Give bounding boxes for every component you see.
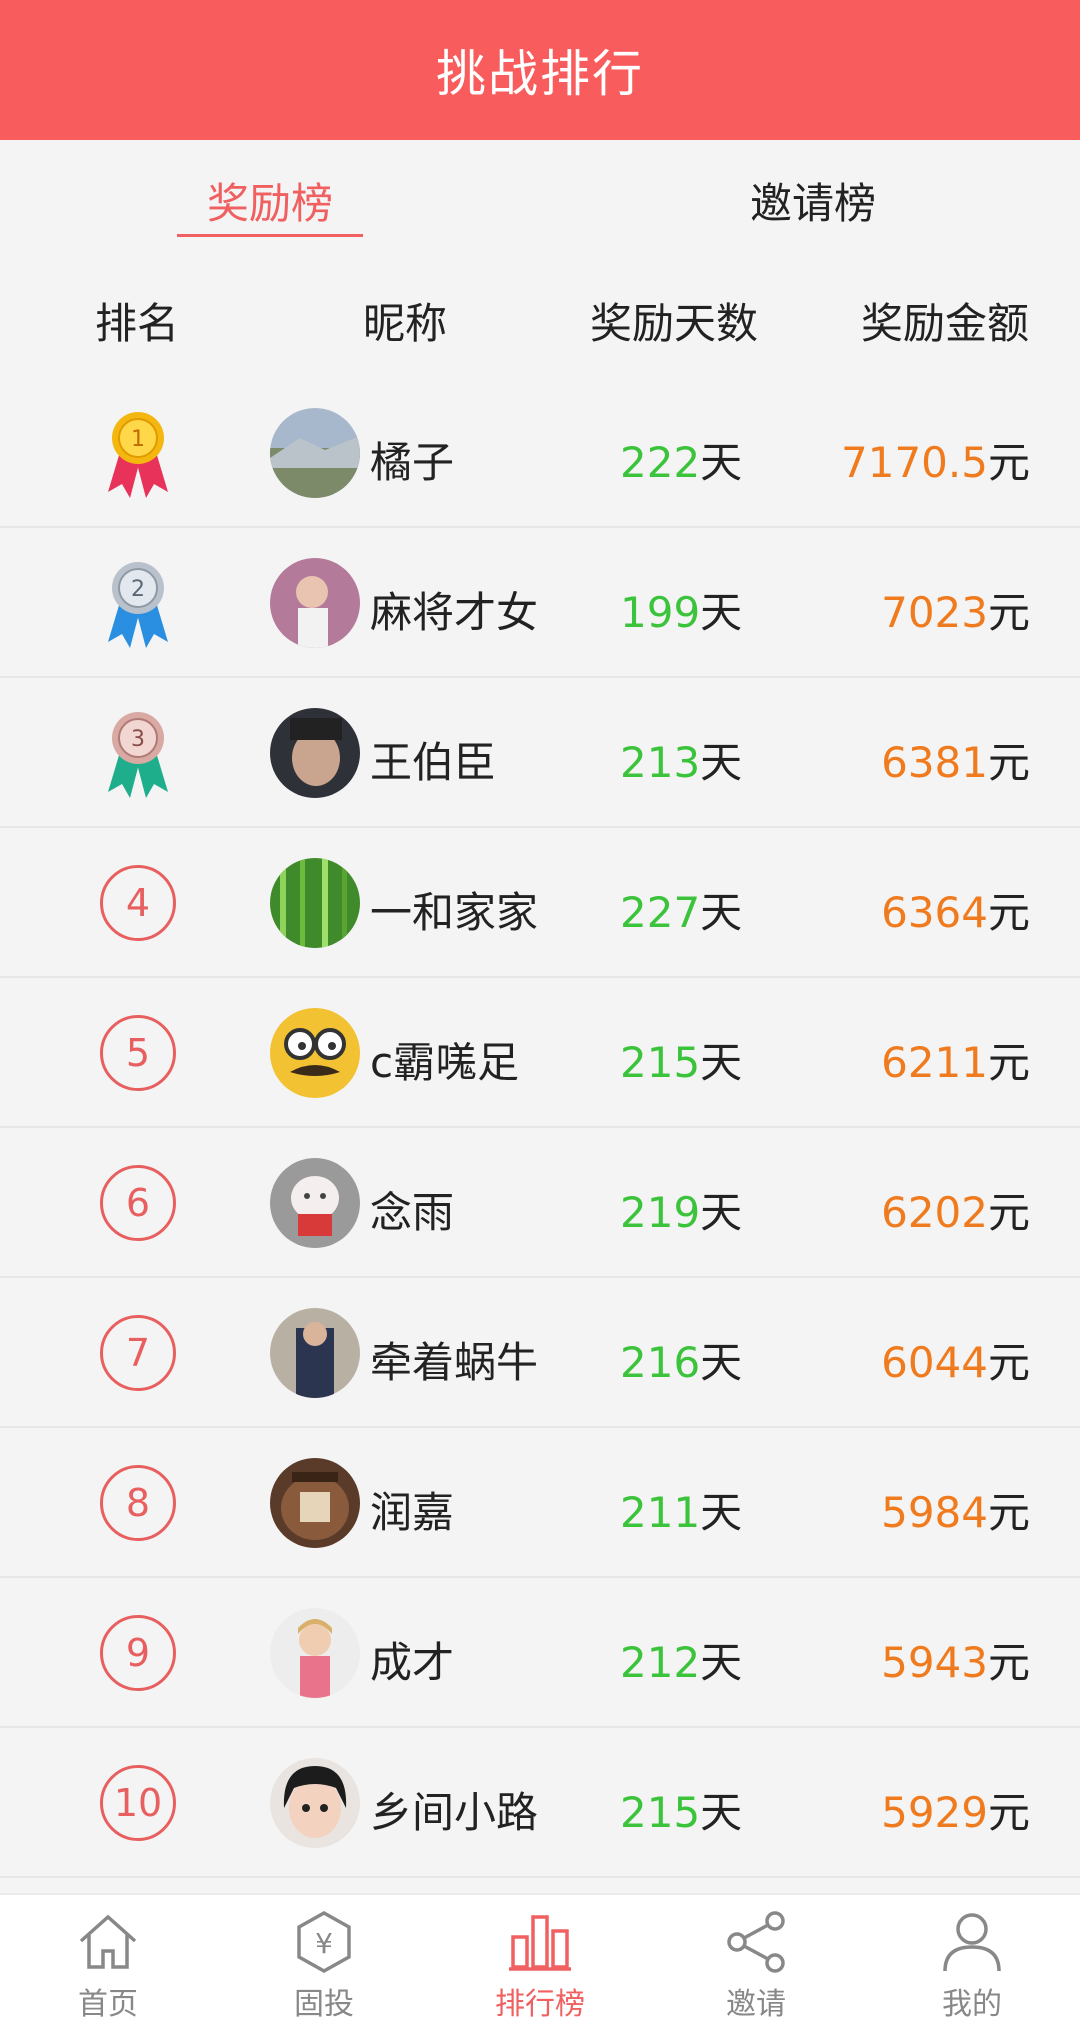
nickname: 王伯臣 bbox=[370, 738, 497, 787]
reward-days: 222天 bbox=[620, 438, 743, 487]
reward-amount: 7023元 bbox=[881, 588, 1030, 637]
nickname: c霸嗴足 bbox=[370, 1038, 520, 1087]
avatar bbox=[270, 858, 360, 948]
leaderboard-list: 1 橘子 222天 7170.5元 2 麻将才女 199天 7023元 3 王伯… bbox=[0, 378, 1080, 1878]
app-header: 挑战排行 bbox=[0, 0, 1080, 140]
reward-days: 211天 bbox=[620, 1488, 743, 1537]
nickname: 麻将才女 bbox=[370, 588, 539, 637]
reward-amount: 6044元 bbox=[881, 1338, 1030, 1387]
reward-amount: 5943元 bbox=[881, 1638, 1030, 1687]
reward-amount: 6202元 bbox=[881, 1188, 1030, 1237]
gold-medal-icon: 1 bbox=[108, 412, 168, 498]
column-header-rank: 排名 bbox=[95, 299, 180, 348]
column-header-amount: 奖励金额 bbox=[861, 299, 1030, 348]
active-tab-indicator bbox=[177, 234, 363, 237]
avatar bbox=[270, 1158, 360, 1248]
rank-badge: 9 bbox=[100, 1615, 176, 1691]
avatar bbox=[270, 1008, 360, 1098]
user-icon bbox=[943, 1913, 1001, 1972]
avatar bbox=[270, 1608, 360, 1698]
reward-amount: 7170.5元 bbox=[841, 438, 1030, 487]
svg-text:2: 2 bbox=[131, 577, 145, 602]
rank-badge: 5 bbox=[100, 1015, 176, 1091]
nickname: 乡间小路 bbox=[370, 1788, 539, 1837]
avatar bbox=[270, 708, 360, 798]
nickname: 牵着蜗牛 bbox=[370, 1338, 539, 1387]
svg-text:1: 1 bbox=[131, 427, 145, 452]
nav-leaderboard[interactable]: 排行榜 bbox=[432, 1895, 648, 2021]
nickname: 润嘉 bbox=[370, 1488, 455, 1537]
leaderboard-row[interactable]: 3 王伯臣 213天 6381元 bbox=[0, 678, 1080, 828]
rank-badge: 6 bbox=[100, 1165, 176, 1241]
avatar bbox=[270, 1758, 360, 1848]
reward-amount: 6211元 bbox=[881, 1038, 1030, 1087]
nav-fixed-invest[interactable]: ¥ 固投 bbox=[216, 1895, 432, 2021]
column-header-days: 奖励天数 bbox=[590, 299, 759, 348]
tab-bar: 奖励榜 邀请榜 bbox=[0, 140, 1080, 240]
nav-home[interactable]: 首页 bbox=[0, 1895, 216, 2021]
leaderboard-row[interactable]: 1 橘子 222天 7170.5元 bbox=[0, 378, 1080, 528]
reward-days: 216天 bbox=[620, 1338, 743, 1387]
reward-amount: 5929元 bbox=[881, 1788, 1030, 1837]
leaderboard-row[interactable]: 4 一和家家 227天 6364元 bbox=[0, 828, 1080, 978]
reward-days: 212天 bbox=[620, 1638, 743, 1687]
leaderboard-row[interactable]: 2 麻将才女 199天 7023元 bbox=[0, 528, 1080, 678]
nickname: 成才 bbox=[370, 1638, 455, 1687]
nickname: 一和家家 bbox=[370, 888, 539, 937]
page-title: 挑战排行 bbox=[436, 45, 644, 103]
rank-badge: 8 bbox=[100, 1465, 176, 1541]
rank-badge: 4 bbox=[100, 865, 176, 941]
bottom-nav: 首页 ¥ 固投 排行榜 邀请 我的 bbox=[0, 1893, 1080, 2021]
rank-badge: 7 bbox=[100, 1315, 176, 1391]
bar-chart-icon bbox=[509, 1915, 571, 1971]
nickname: 橘子 bbox=[370, 438, 455, 487]
reward-days: 215天 bbox=[620, 1038, 743, 1087]
nav-invite[interactable]: 邀请 bbox=[648, 1895, 864, 2021]
reward-days: 227天 bbox=[620, 888, 743, 937]
rank-badge: 10 bbox=[100, 1765, 176, 1841]
bronze-medal-icon: 3 bbox=[108, 712, 168, 798]
leaderboard-row[interactable]: 8 润嘉 211天 5984元 bbox=[0, 1428, 1080, 1578]
leaderboard-row[interactable]: 5 c霸嗴足 215天 6211元 bbox=[0, 978, 1080, 1128]
reward-days: 199天 bbox=[620, 588, 743, 637]
tab-invites[interactable]: 邀请榜 bbox=[750, 170, 876, 231]
avatar bbox=[270, 1458, 360, 1548]
leaderboard-row[interactable]: 6 念雨 219天 6202元 bbox=[0, 1128, 1080, 1278]
avatar bbox=[270, 1308, 360, 1398]
svg-text:¥: ¥ bbox=[315, 1927, 333, 1960]
reward-amount: 6381元 bbox=[881, 738, 1030, 787]
share-icon bbox=[727, 1911, 785, 1973]
tab-rewards[interactable]: 奖励榜 bbox=[207, 170, 333, 231]
nickname: 念雨 bbox=[370, 1188, 455, 1237]
avatar bbox=[270, 558, 360, 648]
leaderboard-row[interactable]: 7 牵着蜗牛 216天 6044元 bbox=[0, 1278, 1080, 1428]
reward-days: 219天 bbox=[620, 1188, 743, 1237]
leaderboard-row[interactable]: 10 乡间小路 215天 5929元 bbox=[0, 1728, 1080, 1878]
column-header-nickname: 昵称 bbox=[363, 299, 448, 348]
reward-days: 213天 bbox=[620, 738, 743, 787]
reward-days: 215天 bbox=[620, 1788, 743, 1837]
yen-hexagon-icon: ¥ bbox=[297, 1910, 351, 1974]
silver-medal-icon: 2 bbox=[108, 562, 168, 648]
reward-amount: 5984元 bbox=[881, 1488, 1030, 1537]
home-icon bbox=[79, 1914, 137, 1969]
reward-amount: 6364元 bbox=[881, 888, 1030, 937]
leaderboard-row[interactable]: 9 成才 212天 5943元 bbox=[0, 1578, 1080, 1728]
avatar bbox=[270, 408, 360, 498]
svg-text:3: 3 bbox=[131, 727, 145, 752]
nav-profile[interactable]: 我的 bbox=[864, 1895, 1080, 2021]
